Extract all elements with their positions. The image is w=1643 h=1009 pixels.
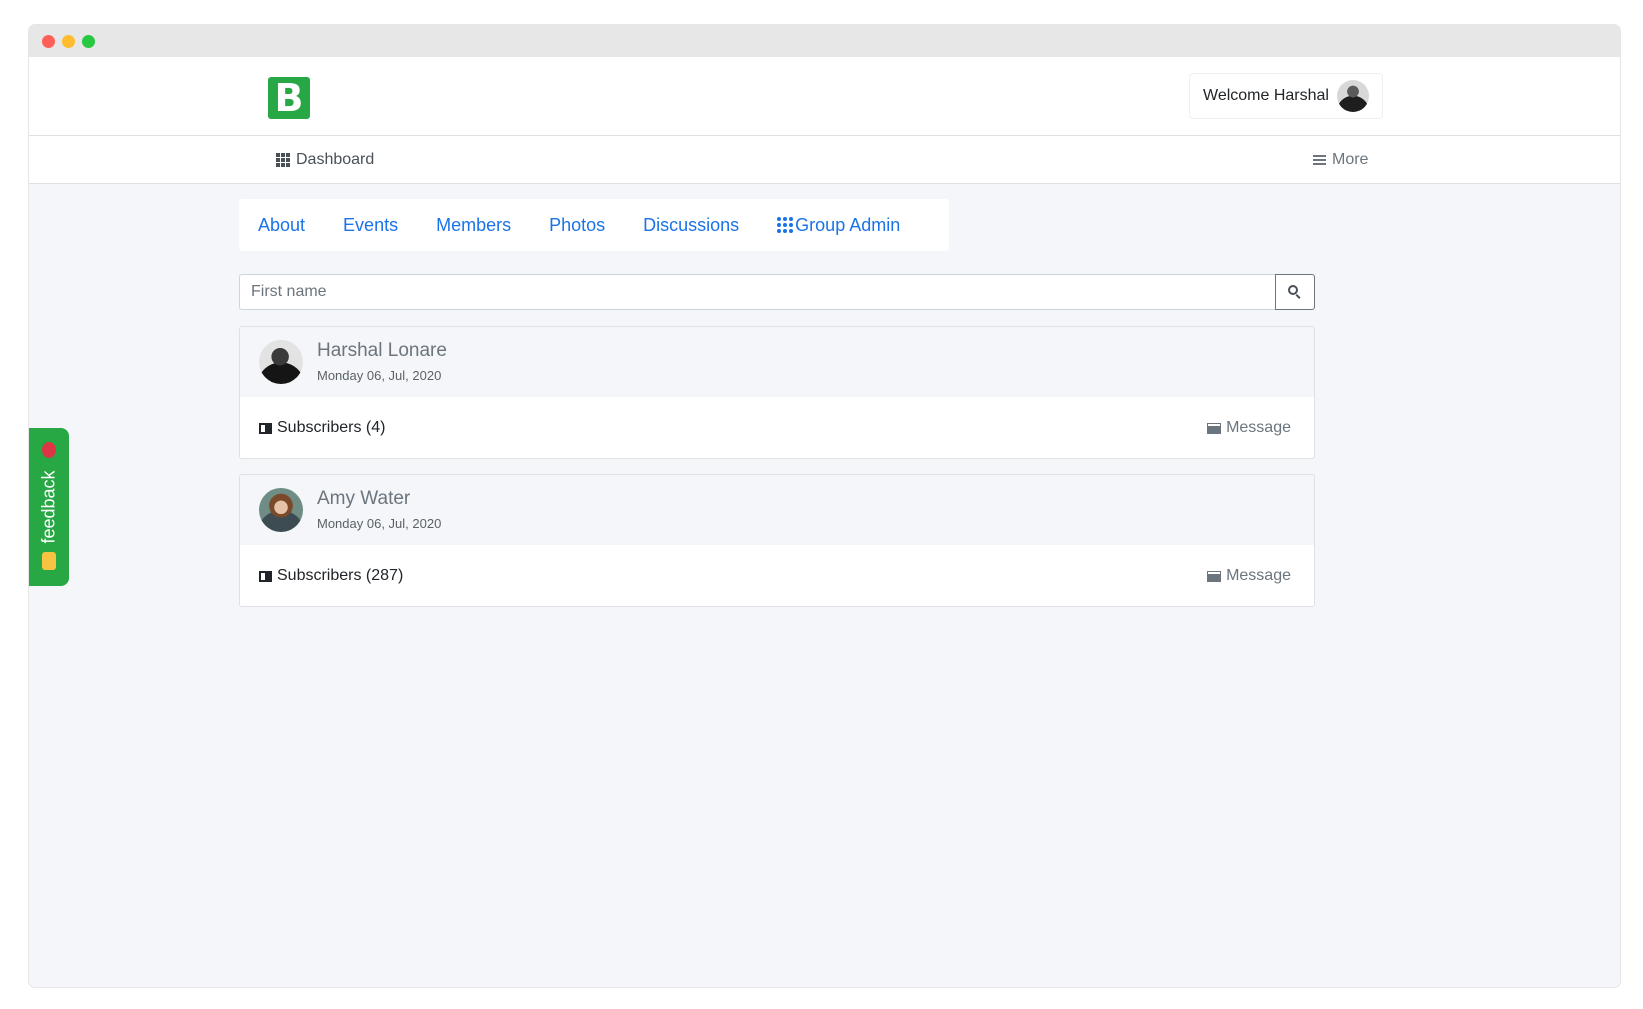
message-label: Message <box>1226 419 1291 436</box>
tab-members[interactable]: Members <box>436 215 511 236</box>
thumbs-up-icon <box>42 552 56 570</box>
subscribers-link[interactable]: Subscribers (4) <box>259 419 385 437</box>
tab-about[interactable]: About <box>258 215 305 236</box>
nav-more-label: More <box>1332 151 1369 168</box>
member-card-body: Subscribers (287) Message <box>240 545 1314 606</box>
dashboard-icon <box>276 153 290 167</box>
tab-group-admin[interactable]: Group Admin <box>777 215 900 236</box>
feedback-label: feedback <box>38 470 59 544</box>
bug-icon <box>42 442 56 458</box>
member-card-header: Harshal Lonare Monday 06, Jul, 2020 <box>240 327 1314 397</box>
member-avatar[interactable] <box>259 340 303 384</box>
tab-photos[interactable]: Photos <box>549 215 605 236</box>
message-button[interactable]: Message <box>1207 419 1291 437</box>
member-card: Amy Water Monday 06, Jul, 2020 Subscribe… <box>239 474 1315 607</box>
hamburger-icon <box>1313 153 1326 167</box>
member-name[interactable]: Harshal Lonare <box>317 340 447 362</box>
subscribers-icon <box>259 422 272 434</box>
minimize-window-button[interactable] <box>62 35 75 48</box>
subscribers-icon <box>259 570 272 582</box>
apps-grid-icon <box>777 217 794 233</box>
welcome-text: Welcome Harshal <box>1203 87 1329 104</box>
message-label: Message <box>1226 567 1291 584</box>
member-search <box>239 274 1315 310</box>
close-window-button[interactable] <box>42 35 55 48</box>
user-avatar <box>1337 80 1369 112</box>
member-card-header: Amy Water Monday 06, Jul, 2020 <box>240 475 1314 545</box>
user-menu[interactable]: Welcome Harshal <box>1189 73 1383 119</box>
tab-group-admin-label: Group Admin <box>795 214 901 235</box>
nav-more-menu[interactable]: More <box>1313 151 1368 169</box>
subscribers-link[interactable]: Subscribers (287) <box>259 567 403 585</box>
message-button[interactable]: Message <box>1207 567 1291 585</box>
site-header: B Welcome Harshal <box>29 57 1620 136</box>
maximize-window-button[interactable] <box>82 35 95 48</box>
member-name[interactable]: Amy Water <box>317 488 410 510</box>
nav-dashboard-label: Dashboard <box>296 151 375 168</box>
member-date: Monday 06, Jul, 2020 <box>317 368 442 383</box>
envelope-icon <box>1207 570 1222 582</box>
member-card-body: Subscribers (4) Message <box>240 397 1314 458</box>
group-tabs: About Events Members Photos Discussions … <box>239 199 949 251</box>
search-button[interactable] <box>1275 274 1315 310</box>
main-navbar: Dashboard More <box>29 136 1620 184</box>
nav-dashboard-link[interactable]: Dashboard <box>276 151 374 169</box>
subscribers-count: Subscribers (287) <box>277 567 404 584</box>
member-card: Harshal Lonare Monday 06, Jul, 2020 Subs… <box>239 326 1315 459</box>
site-logo[interactable]: B <box>268 77 310 119</box>
search-input[interactable] <box>239 274 1275 310</box>
envelope-icon <box>1207 422 1222 434</box>
window-titlebar <box>29 25 1620 57</box>
member-date: Monday 06, Jul, 2020 <box>317 516 442 531</box>
search-icon <box>1288 285 1302 299</box>
feedback-tab[interactable]: feedback <box>29 428 69 586</box>
tab-events[interactable]: Events <box>343 215 398 236</box>
member-avatar[interactable] <box>259 488 303 532</box>
subscribers-count: Subscribers (4) <box>277 419 386 436</box>
tab-discussions[interactable]: Discussions <box>643 215 739 236</box>
